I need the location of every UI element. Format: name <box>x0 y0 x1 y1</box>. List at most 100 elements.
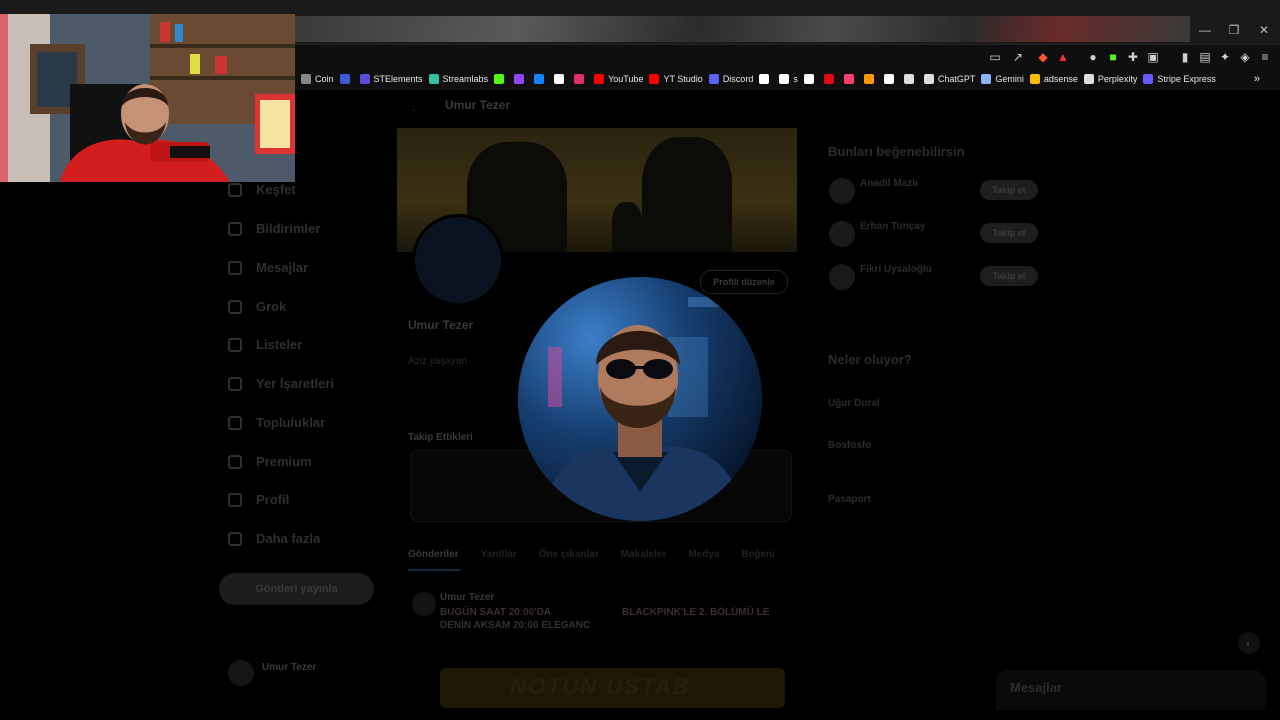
tab-indicator <box>408 569 460 571</box>
post-image[interactable]: NOTUN USTAB <box>440 668 785 708</box>
post-author[interactable]: Umur Tezer <box>440 592 494 603</box>
bookmark-adsense[interactable]: adsense <box>1029 74 1078 84</box>
sidebar-item-label: Yer İşaretleri <box>256 376 335 391</box>
bookmark-youtube[interactable]: YouTube <box>594 74 643 84</box>
bookmark-icon <box>228 376 242 391</box>
follow-button[interactable]: Takip et <box>980 180 1038 200</box>
sidebar-item-5[interactable]: Yer İşaretleri <box>228 376 334 391</box>
extension-icon-3[interactable]: ▣ <box>1145 49 1161 65</box>
tiktok-studio-icon <box>779 74 790 84</box>
maximize-button[interactable]: ❐ <box>1219 20 1249 40</box>
bookmark-amazon[interactable] <box>883 74 898 84</box>
post-text-3: DENİN AKSAM 20:00 ELEGANC <box>440 620 591 631</box>
suggestion-avatar[interactable] <box>829 264 855 290</box>
tab-likes[interactable]: Beğeni <box>741 549 774 560</box>
bookmark-app-2[interactable] <box>863 74 878 84</box>
trend-item[interactable]: Pasaport <box>828 494 871 505</box>
edit-profile-button[interactable]: Profili düzenle <box>700 270 788 294</box>
bookmark-label: ChatGPT <box>937 74 976 84</box>
suggestion-name[interactable]: Erhan Tunçay <box>860 221 925 232</box>
account-name[interactable]: Umur Tezer <box>262 662 316 673</box>
sidebar-item-4[interactable]: Listeler <box>228 337 302 352</box>
tab-replies[interactable]: Yanıtlar <box>481 549 517 560</box>
extensions-icon[interactable]: ✚ <box>1125 49 1141 65</box>
suggestion-name[interactable]: Anadil Mazlı <box>860 178 918 189</box>
minimize-button[interactable]: — <box>1190 20 1220 40</box>
menu-icon[interactable]: ≡ <box>1257 49 1273 65</box>
tab-highlights[interactable]: Öne çıkanlar <box>539 549 599 560</box>
profile-tabs: Gönderiler Yanıtlar Öne çıkanlar Makaleler M… <box>408 549 797 560</box>
cast-icon[interactable]: ▭ <box>987 49 1003 65</box>
bluesky-icon <box>534 74 545 84</box>
bookmark-claude[interactable] <box>903 74 918 84</box>
profile-photo-lightbox[interactable] <box>518 277 762 521</box>
share-icon[interactable]: ↗ <box>1010 49 1026 65</box>
bookmark-tiktok[interactable] <box>759 74 773 84</box>
webcam-overlay <box>0 14 295 182</box>
bookmark-yt-studio[interactable]: YT Studio <box>649 74 703 84</box>
bookmark-stripe-express[interactable]: Stripe Express <box>1143 74 1216 84</box>
bookmark-label: STElements <box>373 74 423 84</box>
webcam-image <box>0 14 295 182</box>
close-button[interactable]: ✕ <box>1249 20 1279 40</box>
bookmark-s[interactable]: s <box>779 74 798 84</box>
sidebar-item-2[interactable]: Mesajlar <box>228 260 308 275</box>
bookmark-perplexity[interactable]: Perplexity <box>1083 74 1137 84</box>
x-premium-icon <box>228 454 242 469</box>
vpn-icon[interactable]: ◈ <box>1237 49 1253 65</box>
bookmark-app[interactable] <box>843 74 858 84</box>
bookmark-kick[interactable] <box>494 74 508 84</box>
sidebar-item-9[interactable]: Daha fazla <box>228 531 320 546</box>
tab-posts[interactable]: Gönderiler <box>408 549 459 560</box>
post-button[interactable]: Gönderi yayınla <box>219 573 374 605</box>
sidebar-item-8[interactable]: Profil <box>228 492 289 507</box>
extension-icon-1[interactable]: ● <box>1085 49 1101 65</box>
sidebar-item-1[interactable]: Bildirimler <box>228 221 320 236</box>
tab-strip[interactable] <box>295 16 1190 42</box>
bookmark-discord[interactable]: Discord <box>708 74 753 84</box>
follow-button[interactable]: Takip et <box>980 266 1038 286</box>
sidebar-item-0[interactable]: Keşfet <box>228 182 296 197</box>
bookmark-label: Stripe Express <box>1157 74 1216 84</box>
grok-float-icon[interactable]: ◐ <box>1238 632 1260 654</box>
bookmarks-overflow-icon[interactable]: » <box>1254 73 1260 85</box>
suggestion-avatar[interactable] <box>829 178 855 204</box>
tab-media[interactable]: Medya <box>688 549 719 560</box>
extension-icon-2[interactable]: ■ <box>1105 49 1121 65</box>
sidebar-item-7[interactable]: Premium <box>228 454 312 469</box>
back-arrow-icon[interactable]: ← <box>410 104 420 115</box>
bookmark-x[interactable] <box>554 74 568 84</box>
post-avatar[interactable] <box>412 592 436 616</box>
sidebar-item-3[interactable]: Grok <box>228 299 286 314</box>
trend-item[interactable]: Uğur Dural <box>828 398 880 409</box>
yt-studio-icon <box>649 74 660 84</box>
bookmark-instagram[interactable] <box>574 74 588 84</box>
bookmark-twitch[interactable] <box>514 74 528 84</box>
search-icon <box>228 182 242 197</box>
bell-icon <box>228 221 242 236</box>
bookmark-gemini[interactable]: Gemini <box>981 74 1024 84</box>
bookmark-stelements[interactable]: STElements <box>359 74 423 84</box>
bookmark-coin[interactable]: Coin <box>301 74 334 84</box>
tab-articles[interactable]: Makaleler <box>621 549 667 560</box>
brave-rewards-icon[interactable]: ▲ <box>1055 49 1071 65</box>
profile-avatar-small[interactable] <box>412 214 504 306</box>
bookmark-label: Coin <box>315 74 334 84</box>
account-avatar[interactable] <box>228 660 254 686</box>
suggestion-avatar[interactable] <box>829 221 855 247</box>
wallet-icon[interactable]: ▤ <box>1197 49 1213 65</box>
sidebar-item-label: Premium <box>256 454 312 469</box>
bookmark-streamlabs[interactable]: Streamlabs <box>428 74 488 84</box>
bookmark-chatgpt[interactable]: ChatGPT <box>923 74 976 84</box>
suggestion-name[interactable]: Fikri Uysaloğlu <box>860 264 932 275</box>
bookmark-threads[interactable] <box>803 74 818 84</box>
leo-icon[interactable]: ✦ <box>1217 49 1233 65</box>
trend-item[interactable]: Bosfosfo <box>828 440 871 451</box>
sidebar-item-6[interactable]: Topluluklar <box>228 415 325 430</box>
follow-button[interactable]: Takip et <box>980 223 1038 243</box>
bookmark-r[interactable] <box>339 74 354 84</box>
bookmark-netflix[interactable] <box>823 74 838 84</box>
bookmark-bluesky[interactable] <box>534 74 548 84</box>
brave-shield-icon[interactable]: ◆ <box>1035 49 1051 65</box>
sidebar-icon[interactable]: ▮ <box>1177 49 1193 65</box>
